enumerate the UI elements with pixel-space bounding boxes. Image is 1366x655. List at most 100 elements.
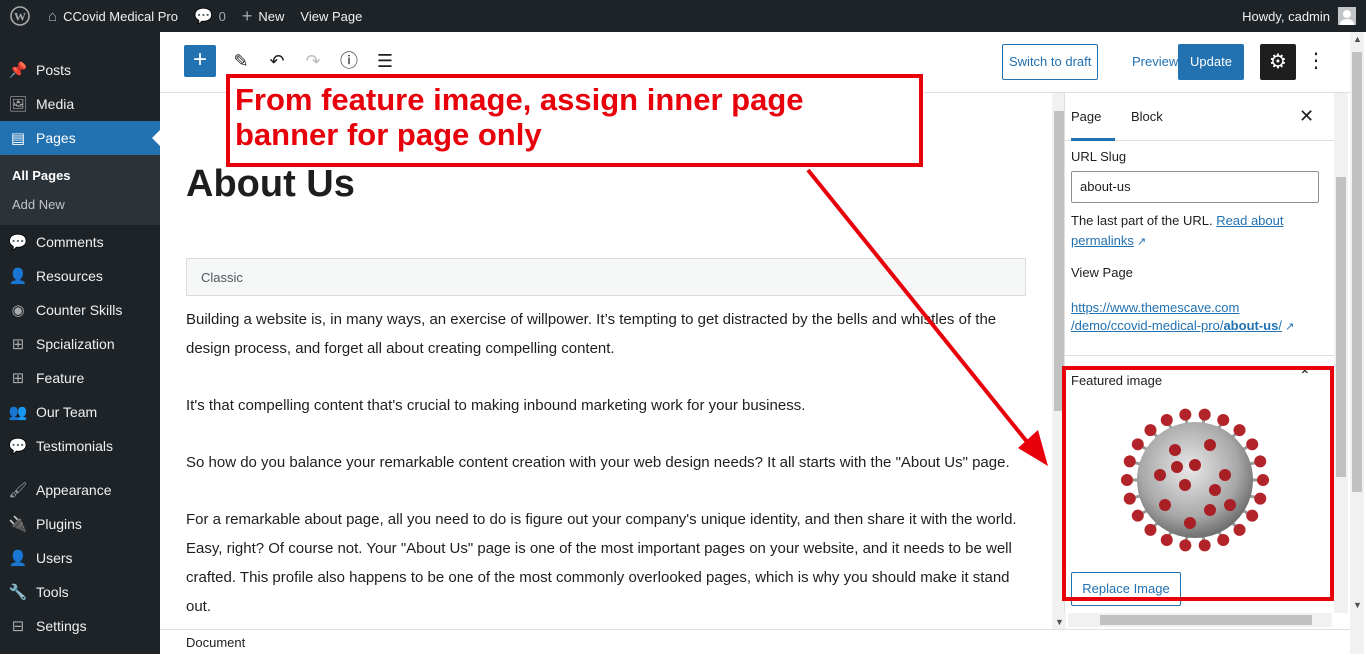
- howdy-label: Howdy, cadmin: [1242, 8, 1330, 24]
- settings-gear-button[interactable]: ⚙: [1260, 44, 1296, 80]
- settings-scrollbar[interactable]: [1334, 93, 1348, 613]
- permalink-end: /: [1278, 318, 1282, 333]
- external-link-icon: ↗: [1284, 321, 1295, 333]
- comments-icon: 💬: [8, 438, 28, 455]
- brush-icon: 🖌: [8, 482, 28, 499]
- slug-help-text: The last part of the URL. Read about per…: [1071, 211, 1321, 252]
- sidebar-item-label: Users: [36, 550, 73, 566]
- comments-link[interactable]: 💬 0: [186, 0, 234, 32]
- sidebar-item-settings[interactable]: ⊟ Settings: [0, 609, 160, 643]
- sidebar-item-label: Posts: [36, 62, 72, 78]
- wrench-icon: 🔧: [8, 584, 28, 601]
- list-view-icon[interactable]: ☰: [372, 48, 398, 74]
- sidebar-item-comments[interactable]: 💬 Comments: [0, 225, 160, 259]
- sidebar-item-testimonials[interactable]: 💬 Testimonials: [0, 429, 160, 463]
- more-options-icon[interactable]: ⋮: [1306, 46, 1326, 78]
- permalink-line2: /demo/ccovid-medical-pro/: [1071, 318, 1224, 333]
- submenu-add-new[interactable]: Add New: [0, 190, 160, 219]
- annotation-callout: From feature image, assign inner page ba…: [226, 74, 923, 167]
- update-button[interactable]: Update: [1178, 44, 1244, 80]
- sidebar-item-pages[interactable]: ▤ Pages: [0, 121, 160, 155]
- view-page-link[interactable]: View Page: [292, 0, 370, 32]
- sidebar-item-label: Settings: [36, 618, 87, 634]
- paragraph[interactable]: Building a website is, in many ways, an …: [186, 305, 1026, 363]
- permalink-line1: https://www.themescave.com: [1071, 300, 1240, 315]
- view-page-label: View Page: [300, 8, 363, 24]
- sidebar-item-users[interactable]: 👤 Users: [0, 541, 160, 575]
- sidebar-item-resources[interactable]: 👤 Resources: [0, 259, 160, 293]
- sidebar-item-spcialization[interactable]: ⊞ Spcialization: [0, 327, 160, 361]
- permalink-link[interactable]: https://www.themescave.com /demo/ccovid-…: [1071, 299, 1321, 336]
- account-menu[interactable]: Howdy, cadmin: [1242, 7, 1366, 25]
- pin-icon: 📌: [8, 62, 28, 79]
- window-scrollbar[interactable]: ▲ ▼: [1350, 32, 1364, 654]
- sidebar-item-label: Pages: [36, 130, 76, 146]
- site-name-link[interactable]: ⌂ CCovid Medical Pro: [40, 0, 186, 32]
- sidebar-item-posts[interactable]: 📌 Posts: [0, 53, 160, 87]
- view-page-label: View Page: [1071, 265, 1133, 280]
- url-slug-input[interactable]: about-us: [1071, 171, 1319, 203]
- tab-page[interactable]: Page: [1071, 93, 1115, 141]
- settings-icon: ⊟: [11, 618, 25, 635]
- sidebar-item-label: Plugins: [36, 516, 82, 532]
- home-icon: ⌂: [48, 7, 58, 25]
- media-icon: 🖼: [8, 96, 28, 113]
- tab-block[interactable]: Block: [1131, 93, 1163, 141]
- info-icon[interactable]: ⓘ: [336, 48, 362, 74]
- users-icon: 👤: [8, 550, 28, 567]
- paragraph[interactable]: It's that compelling content that's cruc…: [186, 391, 1026, 420]
- plus-icon: +: [241, 5, 253, 26]
- pages-icon: ▤: [10, 130, 26, 147]
- counter-icon: ◉: [11, 302, 25, 319]
- gear-icon: ⚙: [1269, 51, 1287, 73]
- settings-horizontal-scrollbar[interactable]: [1068, 613, 1332, 627]
- sidebar-item-label: Media: [36, 96, 75, 112]
- redo-icon[interactable]: ↷: [300, 48, 326, 74]
- sidebar-item-tools[interactable]: 🔧 Tools: [0, 575, 160, 609]
- edit-pencil-icon[interactable]: ✎: [228, 48, 254, 74]
- sidebar-item-label: Resources: [36, 268, 103, 284]
- comment-bubble-icon: 💬: [193, 8, 213, 25]
- block-breadcrumb[interactable]: Document: [160, 629, 1350, 654]
- sidebar-item-label: Tools: [36, 584, 69, 600]
- sidebar-item-plugins[interactable]: 🔌 Plugins: [0, 507, 160, 541]
- submenu-all-pages[interactable]: All Pages: [0, 161, 160, 190]
- page-title[interactable]: About Us: [186, 163, 355, 206]
- url-slug-label: URL Slug: [1071, 149, 1127, 164]
- classic-block-toolbar[interactable]: Classic: [186, 258, 1026, 296]
- sidebar-item-label: Counter Skills: [36, 302, 123, 318]
- sidebar-item-media[interactable]: 🖼 Media: [0, 87, 160, 121]
- classic-block-content[interactable]: Building a website is, in many ways, an …: [186, 305, 1026, 629]
- admin-sidebar: 📌 Posts 🖼 Media ▤ Pages All Pages Add Ne…: [0, 32, 160, 654]
- admin-bar: W ⌂ CCovid Medical Pro 💬 0 + New View Pa…: [0, 0, 1366, 32]
- annotation-text: From feature image, assign inner page ba…: [235, 82, 804, 152]
- user-icon: 👤: [8, 268, 28, 285]
- wordpress-logo-icon[interactable]: W: [0, 0, 40, 32]
- paragraph[interactable]: So how do you balance your remarkable co…: [186, 448, 1026, 477]
- sidebar-item-appearance[interactable]: 🖌 Appearance: [0, 473, 160, 507]
- new-content-link[interactable]: + New: [234, 0, 293, 32]
- close-icon[interactable]: ✕: [1299, 93, 1314, 141]
- add-block-button[interactable]: +: [184, 45, 216, 77]
- external-link-icon: ↗: [1136, 236, 1147, 248]
- switch-to-draft-button[interactable]: Switch to draft: [1002, 44, 1099, 80]
- settings-tabs: Page Block ✕: [1065, 93, 1334, 141]
- sitemap-icon: ⊞: [11, 370, 25, 387]
- sidebar-item-counter-skills[interactable]: ◉ Counter Skills: [0, 293, 160, 327]
- permalink-slug: about-us: [1223, 318, 1279, 333]
- sidebar-item-feature[interactable]: ⊞ Feature: [0, 361, 160, 395]
- sidebar-item-label: Appearance: [36, 482, 112, 498]
- sidebar-item-label: Our Team: [36, 404, 98, 420]
- undo-icon[interactable]: ↶: [264, 48, 290, 74]
- editor-canvas: About Us Classic Building a website is, …: [160, 93, 1050, 629]
- featured-image-highlight: [1062, 366, 1334, 601]
- paragraph[interactable]: For a remarkable about page, all you nee…: [186, 505, 1026, 621]
- svg-text:W: W: [14, 10, 26, 24]
- pages-submenu: All Pages Add New: [0, 155, 160, 225]
- comments-count: 0: [218, 8, 226, 24]
- sidebar-item-label: Comments: [36, 234, 104, 250]
- sidebar-item-label: Feature: [36, 370, 85, 386]
- avatar: [1338, 7, 1356, 25]
- groups-icon: 👥: [8, 404, 28, 421]
- sidebar-item-our-team[interactable]: 👥 Our Team: [0, 395, 160, 429]
